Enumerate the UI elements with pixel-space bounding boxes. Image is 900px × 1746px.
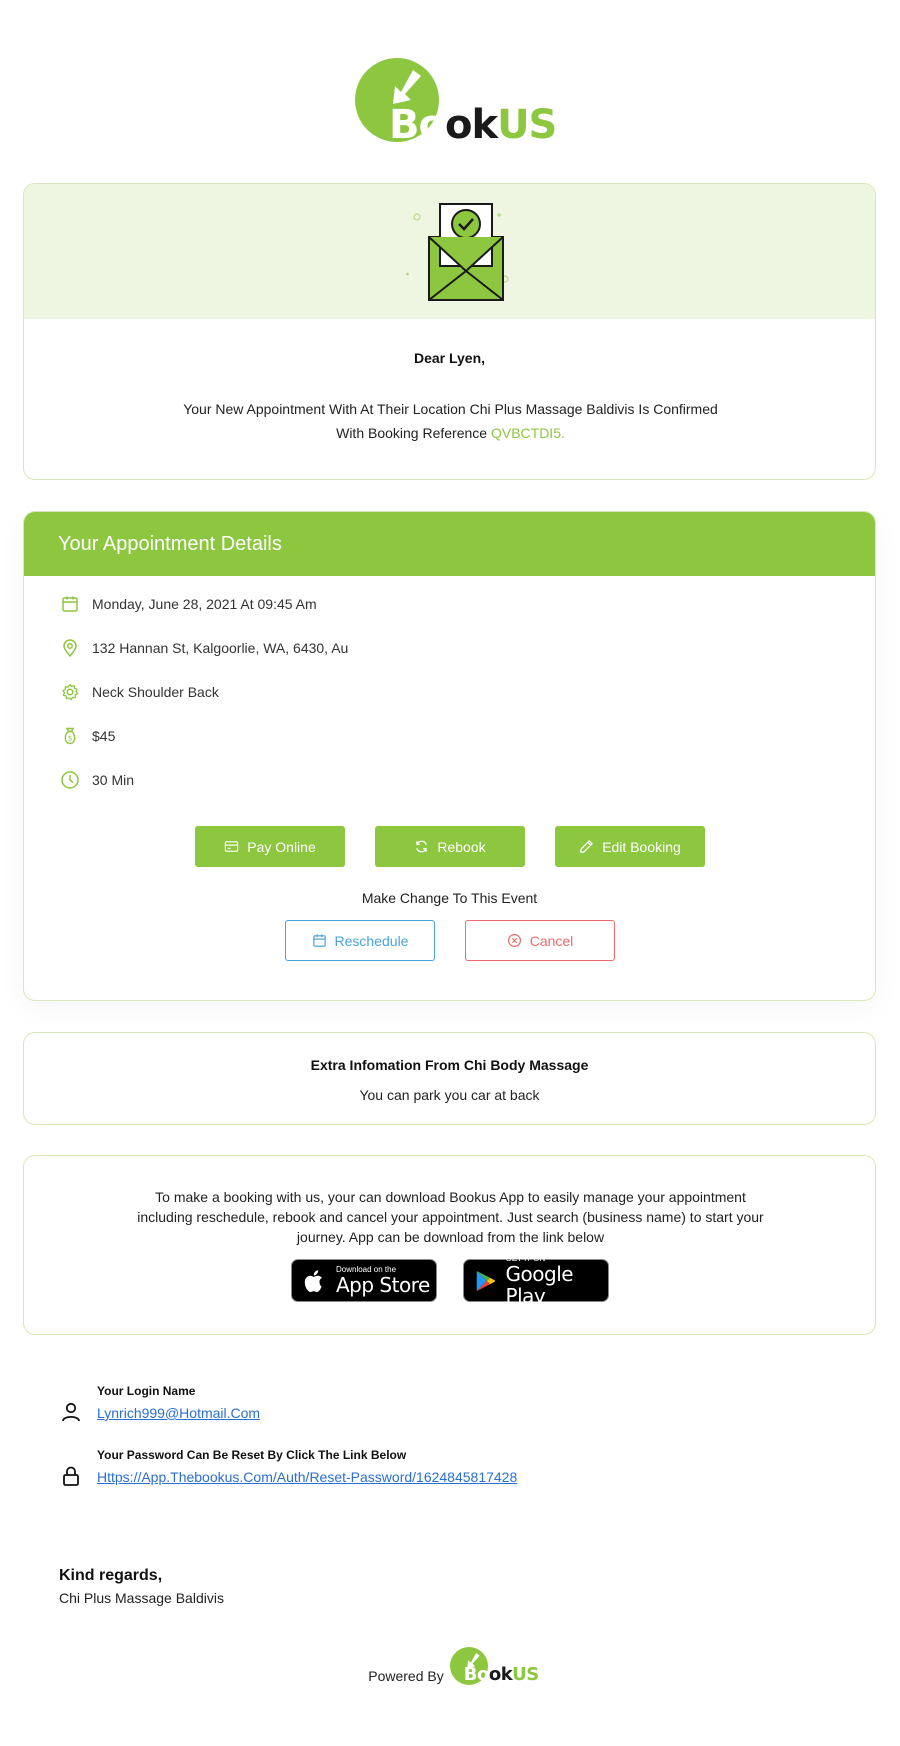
login-name-info: Your Login Name Lynrich999@Hotmail.Com: [97, 1384, 260, 1421]
appointment-details-header: Your Appointment Details: [24, 512, 875, 576]
password-reset-label: Your Password Can Be Reset By Click The …: [97, 1448, 407, 1462]
refresh-icon: [416, 840, 428, 853]
google-play-big-text: Google Play: [505, 1262, 574, 1308]
location-pin-icon: [63, 639, 77, 658]
detail-date: Monday, June 28, 2021 At 09:45 Am: [60, 594, 317, 614]
login-name-label: Your Login Name: [97, 1384, 196, 1398]
money-bag-icon: $: [64, 727, 76, 745]
password-reset-info: Your Password Can Be Reset By Click The …: [97, 1448, 517, 1485]
extra-information-title: Extra Infomation From Chi Body Massage: [310, 1057, 589, 1073]
lock-icon: [63, 1466, 79, 1486]
logo-text-ok: ok: [444, 102, 498, 148]
detail-price: $ $45: [60, 726, 115, 746]
mini-logo-text-us: US: [512, 1664, 539, 1685]
powered-by-text: Powered By: [368, 1668, 444, 1684]
gear-icon: [62, 683, 79, 701]
login-name-block: Your Login Name Lynrich999@Hotmail.Com: [59, 1384, 260, 1424]
reschedule-button[interactable]: Reschedule: [285, 920, 435, 961]
app-store-big-text: App Store: [336, 1273, 430, 1297]
mini-logo-text-ok: ok: [488, 1664, 513, 1685]
user-icon: [62, 1402, 80, 1422]
appointment-address: 132 Hannan St, Kalgoorlie, WA, 6430, Au: [92, 640, 349, 656]
confirmation-text: Your New Appointment With At Their Locat…: [183, 401, 718, 441]
calendar-icon: [312, 934, 326, 947]
app-store-badge[interactable]: Download on the App Store: [291, 1259, 437, 1302]
bookus-mini-logo[interactable]: BookUS: [449, 1647, 539, 1687]
google-play-badge[interactable]: GET IT ON Google Play: [463, 1254, 609, 1307]
app-download-card: To make a booking with us, your can down…: [23, 1155, 876, 1335]
kind-regards: Kind regards,: [59, 1567, 163, 1584]
appointment-duration: 30 Min: [92, 772, 135, 788]
google-play-icon: [476, 1270, 495, 1291]
app-store-text: Download on the App Store: [336, 1265, 430, 1296]
bookus-logo: BookUS: [355, 58, 557, 148]
mini-logo-text-bo: Bo: [463, 1664, 490, 1685]
appointment-price: $45: [92, 728, 116, 744]
cancel-circle-icon: [507, 933, 521, 948]
confirmation-message: Your New Appointment With At Their Locat…: [174, 397, 727, 445]
detail-address: 132 Hannan St, Kalgoorlie, WA, 6430, Au: [60, 638, 348, 658]
greeting-text: Dear Lyen,: [413, 350, 486, 366]
mini-logo-wordmark: BookUS: [463, 1664, 540, 1686]
password-reset-link[interactable]: Https://App.Thebookus.Com/Auth/Reset-Pas…: [97, 1469, 517, 1485]
powered-by: Powered By BookUS: [0, 1647, 900, 1687]
edit-booking-button[interactable]: Edit Booking: [555, 826, 705, 867]
password-reset-block: Your Password Can Be Reset By Click The …: [59, 1448, 517, 1488]
extra-information-card: Extra Infomation From Chi Body Massage Y…: [23, 1032, 876, 1125]
credit-card-icon: [225, 841, 239, 852]
make-change-text: Make Change To This Event: [361, 890, 538, 906]
booking-reference: QVBCTDI5.: [490, 425, 565, 441]
detail-duration: 30 Min: [60, 770, 134, 790]
app-download-text: To make a booking with us, your can down…: [137, 1189, 764, 1245]
cancel-label: Cancel: [529, 932, 574, 949]
envelope-check-icon: [406, 203, 509, 301]
logo-arrow-icon: [393, 70, 421, 104]
logo-text-bo: Bo: [389, 102, 446, 148]
pencil-icon: [580, 840, 594, 853]
confirmation-banner: [24, 184, 875, 319]
edit-booking-label: Edit Booking: [602, 838, 681, 855]
rebook-button[interactable]: Rebook: [375, 826, 525, 867]
pay-online-label: Pay Online: [247, 838, 316, 855]
appointment-service: Neck Shoulder Back: [92, 684, 219, 700]
google-play-text: GET IT ON Google Play: [506, 1254, 608, 1307]
appointment-date-time: Monday, June 28, 2021 At 09:45 Am: [92, 596, 317, 612]
pay-online-button[interactable]: Pay Online: [195, 826, 345, 867]
rebook-label: Rebook: [437, 838, 486, 855]
clock-icon: [61, 771, 79, 789]
reschedule-label: Reschedule: [334, 932, 409, 949]
brand-logo-wrap: BookUS: [0, 58, 900, 148]
detail-service: Neck Shoulder Back: [60, 682, 219, 702]
cancel-button[interactable]: Cancel: [465, 920, 615, 961]
business-name: Chi Plus Massage Baldivis: [59, 1590, 224, 1606]
logo-text-us: US: [497, 102, 557, 148]
svg-text:$: $: [68, 735, 72, 743]
logo-wordmark: BookUS: [389, 102, 557, 148]
login-name-link[interactable]: Lynrich999@Hotmail.Com: [97, 1405, 260, 1421]
confirmation-card: Dear Lyen, Your New Appointment With At …: [23, 183, 876, 480]
calendar-icon: [62, 596, 78, 612]
extra-information-text: You can park you car at back: [359, 1087, 540, 1103]
appointment-details-card: Your Appointment Details Monday, June 28…: [23, 511, 876, 1001]
apple-icon: [304, 1269, 322, 1292]
